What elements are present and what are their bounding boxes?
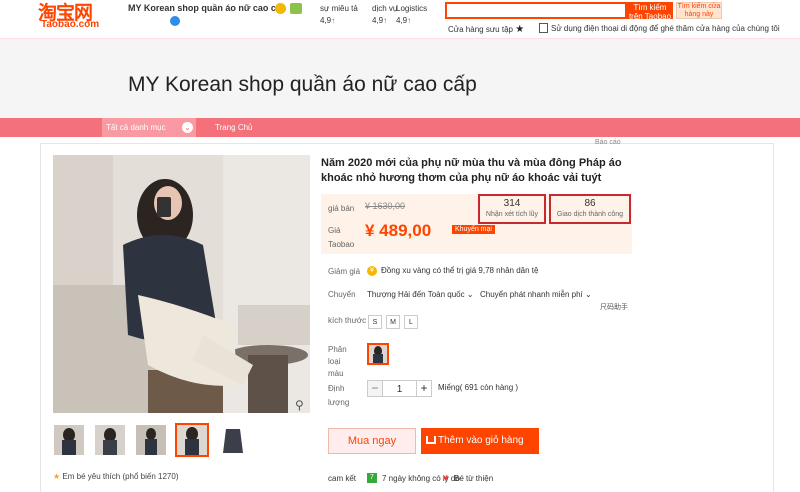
qty-label: Định lượng: [328, 384, 350, 407]
chevron-down-icon: ⌄: [584, 290, 592, 299]
add-to-cart-button[interactable]: Thêm vào giỏ hàng: [421, 428, 539, 454]
star-icon: ★: [53, 472, 61, 481]
sale-price: ¥ 489,00: [365, 221, 432, 240]
thumbnail[interactable]: [136, 425, 166, 455]
crown-icon: [275, 3, 286, 14]
size-option-m[interactable]: M: [386, 315, 400, 329]
cart-icon: [426, 436, 436, 445]
zoom-icon[interactable]: ⚲: [295, 398, 304, 412]
logo-en: Taobao.com: [41, 19, 100, 30]
top-bar: 淘宝网 Taobao.com MY Korean shop quần áo nữ…: [0, 0, 800, 38]
shop-banner: MY Korean shop quần áo nữ cao cấp: [0, 38, 800, 118]
thumbnail[interactable]: [54, 425, 84, 455]
shop-nav: Tất cả danh mục ⌄ Trang Chủ: [0, 118, 800, 137]
promo-badge: Khuyến mại: [452, 225, 495, 234]
rating-logistics: Logistics 4,9↑: [396, 4, 428, 25]
reviews-count: 314: [503, 198, 521, 209]
qty-input[interactable]: 1: [383, 380, 416, 397]
sales-label: Giao dịch thành công: [556, 211, 624, 218]
banner-title: MY Korean shop quần áo nữ cao cấp: [128, 73, 477, 96]
return-check-icon: 7: [367, 473, 377, 483]
sales-stat[interactable]: 86 Giao dịch thành công: [549, 194, 631, 224]
original-price: ¥ 1630,00: [365, 201, 406, 211]
charity-icon: ♥: [443, 473, 449, 483]
discount-label: Giảm giá: [328, 267, 361, 276]
qty-decrease-button[interactable]: −: [367, 380, 383, 397]
price-label: giá bán: [328, 204, 355, 213]
qr-code-icon[interactable]: [539, 23, 548, 33]
reviews-label: Nhận xét tích lũy: [485, 211, 539, 218]
product-main-image[interactable]: [53, 155, 310, 413]
reviews-stat[interactable]: 314 Nhận xét tích lũy: [478, 194, 546, 224]
report-link[interactable]: Báo cáo: [595, 139, 621, 146]
shipping-method[interactable]: Chuyển phát nhanh miễn phí ⌄: [480, 290, 592, 299]
search-input[interactable]: [445, 2, 627, 19]
wangwang-icon[interactable]: [170, 16, 180, 26]
coin-discount-text: Đồng xu vàng có thể trị giá 9,78 nhân dâ…: [381, 266, 539, 275]
rating-description-value: [345, 3, 375, 15]
favorite-count[interactable]: ★ Em bé yêu thích (phổ biến 1270): [53, 472, 178, 481]
buy-now-button[interactable]: Mua ngay: [328, 428, 416, 454]
star-icon: ★: [515, 24, 525, 35]
size-label: kích thước: [328, 316, 367, 325]
shop-name[interactable]: MY Korean shop quần áo nữ cao cấp: [128, 3, 286, 13]
chevron-down-icon: ⌄: [466, 290, 474, 299]
thumbnail[interactable]: [218, 425, 248, 455]
chevron-down-icon: ⌄: [182, 122, 193, 133]
nav-all-categories[interactable]: Tất cả danh mục ⌄: [102, 118, 196, 137]
product-title: Năm 2020 mới của phụ nữ mùa thu và mùa đ…: [321, 157, 622, 184]
coin-icon: ¥: [367, 266, 377, 276]
taobao-logo[interactable]: 淘宝网 Taobao.com: [38, 0, 114, 34]
shipping-label: Chuyển: [328, 290, 356, 299]
variant-label: Phân loại màu: [328, 345, 347, 378]
qty-increase-button[interactable]: +: [416, 380, 432, 397]
sales-count: 86: [584, 198, 596, 209]
color-variant[interactable]: [367, 343, 389, 365]
taobao-price-label: Giá Taobao: [328, 226, 355, 249]
shipping-from[interactable]: Thượng Hải đến Toàn quốc ⌄: [367, 290, 474, 299]
size-option-l[interactable]: L: [404, 315, 418, 329]
favorite-shop-link[interactable]: Cửa hàng sưu tập ★: [448, 24, 524, 35]
thumbnail[interactable]: [95, 425, 125, 455]
commit-charity[interactable]: Bé từ thiện: [454, 474, 493, 483]
nav-home[interactable]: Trang Chủ: [215, 118, 253, 137]
search-shop-button[interactable]: Tìm kiếm cửa hàng này: [676, 2, 722, 19]
verified-icon: [290, 3, 302, 14]
stock-text: Miếng( 691 còn hàng ): [438, 383, 519, 392]
size-helper-link[interactable]: 尺码助手: [600, 302, 628, 312]
size-option-s[interactable]: S: [368, 315, 382, 329]
mobile-visit-text[interactable]: Sử dụng điện thoại di động để ghé thăm c…: [551, 24, 780, 33]
thumbnail-selected[interactable]: [175, 423, 209, 457]
search-taobao-button[interactable]: Tìm kiếm trên Taobao: [627, 2, 673, 19]
commit-label: cam kết: [328, 474, 357, 483]
